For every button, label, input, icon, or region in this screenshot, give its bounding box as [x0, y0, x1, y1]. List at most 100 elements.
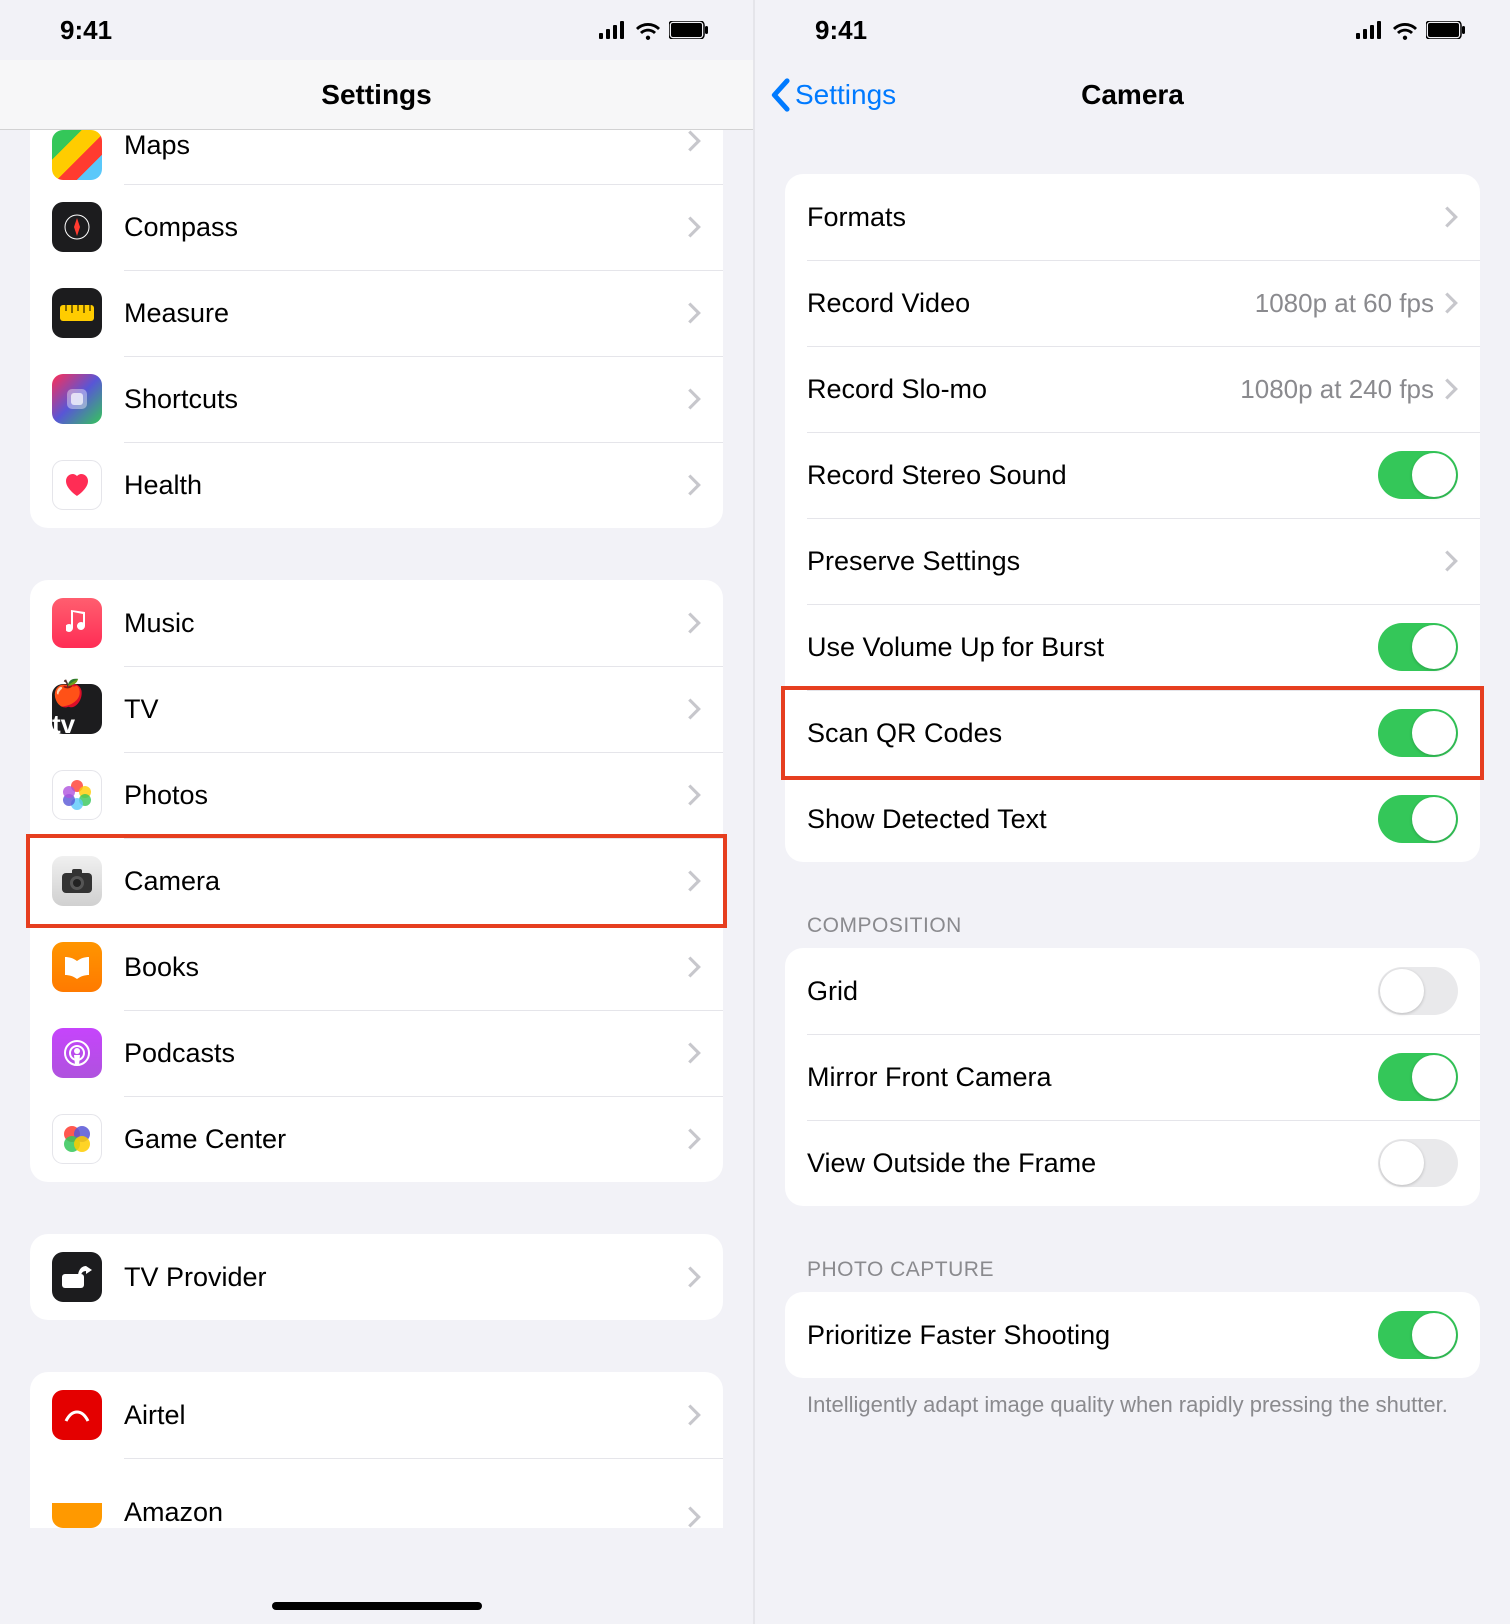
row-label: Record Slo-mo: [807, 374, 1240, 405]
back-button[interactable]: Settings: [767, 78, 896, 112]
row-formats[interactable]: Formats: [785, 174, 1480, 260]
chevron-right-icon: [687, 1042, 701, 1064]
chevron-right-icon: [687, 1266, 701, 1288]
home-indicator[interactable]: [272, 1602, 482, 1610]
row-preserve-settings[interactable]: Preserve Settings: [785, 518, 1480, 604]
row-label: Shortcuts: [124, 384, 687, 415]
camera-group-main: Formats Record Video 1080p at 60 fps Rec…: [785, 174, 1480, 862]
settings-row-podcasts[interactable]: Podcasts: [30, 1010, 723, 1096]
podcasts-icon: [52, 1028, 102, 1078]
row-label: Grid: [807, 976, 1378, 1007]
status-icons: [599, 20, 709, 40]
camera-group-composition-wrap: COMPOSITION Grid Mirror Front Camera Vie…: [785, 914, 1480, 1206]
settings-row-tv[interactable]: 🍎tv TV: [30, 666, 723, 752]
settings-screen: 9:41 Settings Maps Compass Measure: [0, 0, 755, 1624]
row-view-outside: View Outside the Frame: [785, 1120, 1480, 1206]
compass-icon: [52, 202, 102, 252]
chevron-right-icon: [687, 612, 701, 634]
wifi-icon: [635, 20, 661, 40]
row-label: Use Volume Up for Burst: [807, 632, 1378, 663]
toggle-view-outside[interactable]: [1378, 1139, 1458, 1187]
cellular-icon: [1356, 21, 1384, 39]
row-label: Show Detected Text: [807, 804, 1378, 835]
settings-row-compass[interactable]: Compass: [30, 184, 723, 270]
settings-row-photos[interactable]: Photos: [30, 752, 723, 838]
chevron-right-icon: [687, 474, 701, 496]
chevron-right-icon: [687, 870, 701, 892]
row-grid: Grid: [785, 948, 1480, 1034]
settings-row-airtel[interactable]: Airtel: [30, 1372, 723, 1458]
row-label: Music: [124, 608, 687, 639]
toggle-mirror-front[interactable]: [1378, 1053, 1458, 1101]
settings-row-health[interactable]: Health: [30, 442, 723, 528]
battery-icon: [1426, 21, 1466, 39]
airtel-icon: [52, 1390, 102, 1440]
status-time: 9:41: [60, 15, 112, 46]
toggle-grid[interactable]: [1378, 967, 1458, 1015]
row-scan-qr-codes: Scan QR Codes: [785, 690, 1480, 776]
section-header-composition: COMPOSITION: [785, 914, 1480, 948]
page-title: Camera: [1081, 79, 1184, 111]
settings-row-music[interactable]: Music: [30, 580, 723, 666]
chevron-right-icon: [687, 1404, 701, 1426]
toggle-stereo[interactable]: [1378, 451, 1458, 499]
maps-icon: [52, 130, 102, 180]
camera-group-composition: Grid Mirror Front Camera View Outside th…: [785, 948, 1480, 1206]
chevron-right-icon: [687, 784, 701, 806]
row-label: Airtel: [124, 1400, 687, 1431]
settings-list[interactable]: Maps Compass Measure Shortcuts Health: [0, 130, 753, 1568]
settings-row-gamecenter[interactable]: Game Center: [30, 1096, 723, 1182]
status-bar: 9:41: [0, 0, 753, 60]
row-label: TV: [124, 694, 687, 725]
page-title: Settings: [321, 79, 431, 111]
camera-group-photocapture-wrap: PHOTO CAPTURE Prioritize Faster Shooting…: [785, 1258, 1480, 1420]
chevron-right-icon: [687, 388, 701, 410]
row-volume-burst: Use Volume Up for Burst: [785, 604, 1480, 690]
settings-row-measure[interactable]: Measure: [30, 270, 723, 356]
settings-row-amazon[interactable]: Amazon: [30, 1458, 723, 1528]
section-footer-photocapture: Intelligently adapt image quality when r…: [785, 1378, 1480, 1420]
chevron-right-icon: [687, 1128, 701, 1150]
settings-row-tvprovider[interactable]: TV Provider: [30, 1234, 723, 1320]
tvprovider-icon: [52, 1252, 102, 1302]
row-record-stereo: Record Stereo Sound: [785, 432, 1480, 518]
toggle-volume-burst[interactable]: [1378, 623, 1458, 671]
row-label: Mirror Front Camera: [807, 1062, 1378, 1093]
camera-settings-list[interactable]: Formats Record Video 1080p at 60 fps Rec…: [755, 130, 1510, 1460]
row-record-slomo[interactable]: Record Slo-mo 1080p at 240 fps: [785, 346, 1480, 432]
row-label: Photos: [124, 780, 687, 811]
camera-group-photocapture: Prioritize Faster Shooting: [785, 1292, 1480, 1378]
battery-icon: [669, 21, 709, 39]
row-label: Measure: [124, 298, 687, 329]
status-bar: 9:41: [755, 0, 1510, 60]
camera-icon: [52, 856, 102, 906]
row-label: Game Center: [124, 1124, 687, 1155]
chevron-right-icon: [687, 1506, 701, 1528]
chevron-right-icon: [687, 956, 701, 978]
section-header-photocapture: PHOTO CAPTURE: [785, 1258, 1480, 1292]
settings-group-system: Maps Compass Measure Shortcuts Health: [30, 130, 723, 528]
toggle-scan-qr[interactable]: [1378, 709, 1458, 757]
camera-settings-screen: 9:41 Settings Camera Formats Record Vide…: [755, 0, 1510, 1624]
settings-group-tvprovider: TV Provider: [30, 1234, 723, 1320]
settings-group-media: Music 🍎tv TV Photos Camera Books: [30, 580, 723, 1182]
chevron-right-icon: [1444, 550, 1458, 572]
row-prioritize-faster: Prioritize Faster Shooting: [785, 1292, 1480, 1378]
settings-row-camera[interactable]: Camera: [30, 838, 723, 924]
toggle-prioritize-faster[interactable]: [1378, 1311, 1458, 1359]
settings-row-books[interactable]: Books: [30, 924, 723, 1010]
settings-group-apps: Airtel Amazon: [30, 1372, 723, 1528]
row-label: Podcasts: [124, 1038, 687, 1069]
chevron-right-icon: [687, 698, 701, 720]
row-detail: 1080p at 60 fps: [1255, 288, 1434, 319]
settings-row-maps[interactable]: Maps: [30, 130, 723, 184]
settings-row-shortcuts[interactable]: Shortcuts: [30, 356, 723, 442]
row-label: Maps: [124, 130, 687, 161]
status-icons: [1356, 20, 1466, 40]
amazon-icon: [52, 1478, 102, 1528]
row-record-video[interactable]: Record Video 1080p at 60 fps: [785, 260, 1480, 346]
row-label: Camera: [124, 866, 687, 897]
row-label: View Outside the Frame: [807, 1148, 1378, 1179]
toggle-detected-text[interactable]: [1378, 795, 1458, 843]
row-label: Record Stereo Sound: [807, 460, 1378, 491]
